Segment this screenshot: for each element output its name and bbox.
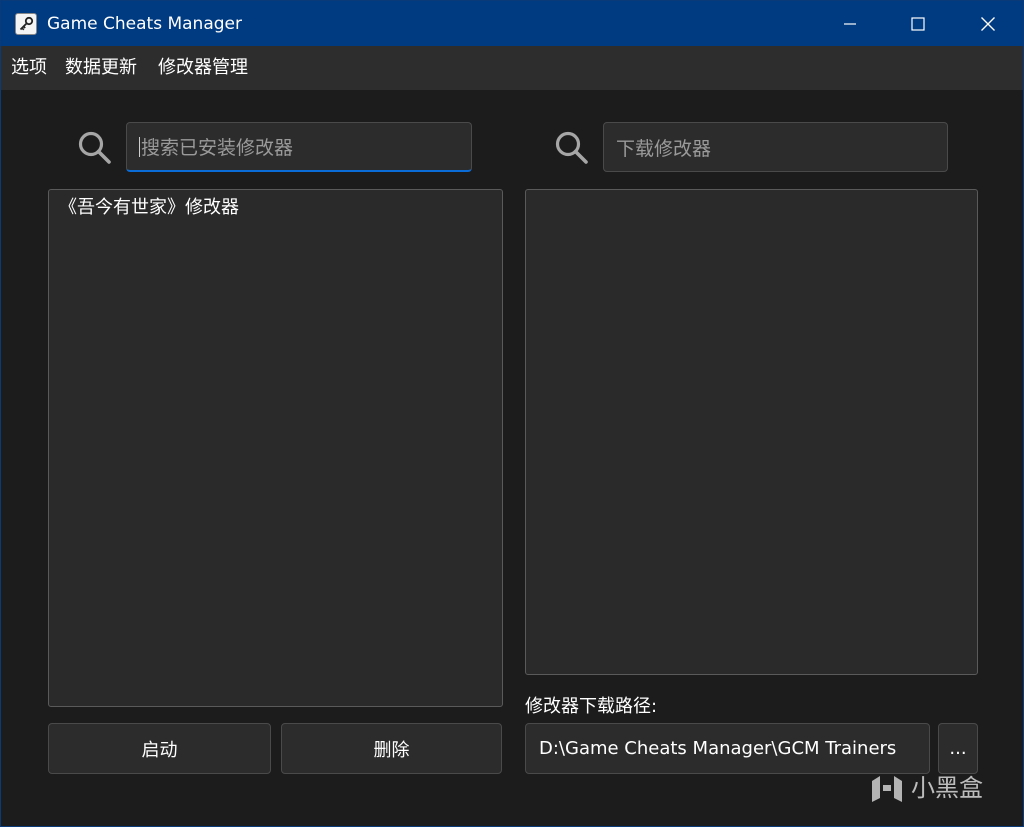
download-trainers-list[interactable] — [525, 189, 978, 675]
download-search-placeholder: 下载修改器 — [616, 137, 712, 160]
maximize-button[interactable] — [883, 1, 953, 46]
download-path-label: 修改器下载路径: — [525, 696, 658, 717]
menu-trainer-management[interactable]: 修改器管理 — [158, 57, 248, 79]
list-item[interactable]: 《吾今有世家》修改器 — [59, 196, 239, 220]
download-search-input[interactable]: 下载修改器 — [603, 122, 948, 172]
menu-data-update[interactable]: 数据更新 — [65, 57, 137, 79]
watermark: 小黑盒 — [869, 767, 999, 811]
launch-button[interactable]: 启动 — [48, 723, 271, 774]
installed-trainers-list[interactable]: 《吾今有世家》修改器 — [48, 189, 503, 707]
installed-search-input[interactable]: 搜索已安装修改器 — [126, 122, 472, 172]
watermark-text: 小黑盒 — [911, 774, 983, 802]
menu-bar: 选项 数据更新 修改器管理 — [1, 46, 1023, 90]
app-window: Game Cheats Manager 选项 数据更新 修改器管理 搜索已安装修… — [0, 0, 1024, 827]
text-caret — [139, 136, 140, 157]
installed-search-placeholder: 搜索已安装修改器 — [141, 137, 294, 159]
heybox-logo-icon — [872, 776, 902, 802]
close-icon — [981, 16, 995, 31]
window-title: Game Cheats Manager — [47, 14, 242, 34]
minimize-button[interactable] — [815, 1, 885, 46]
search-icon — [555, 131, 588, 164]
maximize-icon — [911, 16, 925, 31]
title-bar[interactable]: Game Cheats Manager — [1, 1, 1023, 46]
search-icon — [78, 131, 111, 164]
minimize-icon — [844, 22, 856, 25]
close-button[interactable] — [953, 1, 1023, 46]
app-key-icon — [15, 13, 37, 35]
menu-options[interactable]: 选项 — [11, 57, 47, 79]
delete-button[interactable]: 删除 — [281, 723, 502, 774]
